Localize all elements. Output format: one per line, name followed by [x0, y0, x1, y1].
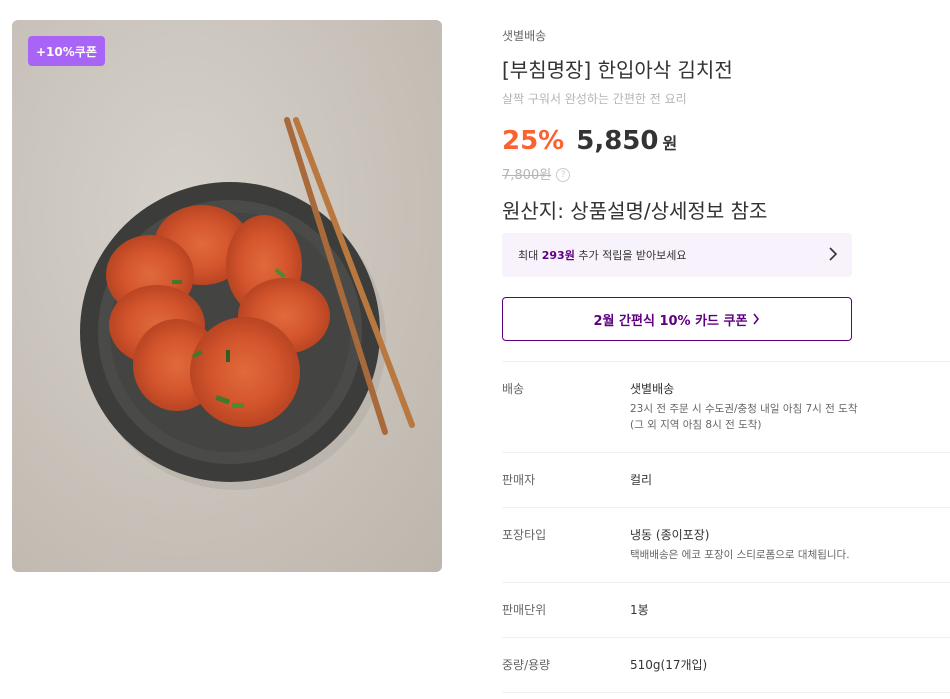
detail-value: 샛별배송 23시 전 주문 시 수도권/충청 내일 아침 7시 전 도착 (그 … [630, 382, 858, 431]
discount-rate: 25% [502, 126, 565, 156]
currency-unit: 원 [662, 134, 678, 153]
divider [502, 507, 950, 508]
detail-value: 냉동 (종이포장) 택배배송은 에코 포장이 스티로폼으로 대체됩니다. [630, 528, 850, 561]
divider [502, 582, 950, 583]
question-circle-icon[interactable]: ? [556, 168, 571, 182]
detail-value: 510g(17개입) [630, 658, 708, 672]
divider [502, 637, 950, 638]
product-title: [부침명장] 한입아삭 김치전 [502, 58, 733, 82]
price-row: 25% 5,850 원 [502, 126, 677, 156]
delivery-type-label: 샛별배송 [502, 29, 547, 43]
detail-label: 중량/용량 [502, 658, 551, 672]
original-price-row: 7,800원 ? [502, 164, 571, 183]
points-text: 최대 293원 추가 적립을 받아보세요 [518, 249, 687, 262]
detail-value: 컬리 [630, 473, 653, 487]
card-coupon-button[interactable]: 2월 간편식 10% 카드 쿠폰 [502, 297, 852, 341]
chevron-right-icon [828, 246, 838, 265]
chevron-right-icon [752, 313, 760, 325]
detail-label: 판매단위 [502, 603, 547, 617]
detail-label: 배송 [502, 382, 525, 396]
origin-text: 원산지: 상품설명/상세정보 참조 [502, 199, 768, 223]
product-subtitle: 살짝 구워서 완성하는 간편한 전 요리 [502, 92, 687, 106]
divider [502, 361, 950, 362]
divider [502, 452, 950, 453]
divider [502, 692, 950, 693]
detail-label: 포장타입 [502, 528, 547, 542]
points-banner[interactable]: 최대 293원 추가 적립을 받아보세요 [502, 233, 852, 277]
card-coupon-label: 2월 간편식 10% 카드 쿠폰 [593, 313, 748, 329]
coupon-badge: +10%쿠폰 [28, 36, 105, 66]
original-price: 7,800원 [502, 168, 552, 183]
kimchi-pancake-illustration [80, 117, 415, 490]
product-image [12, 20, 442, 572]
points-amount: 293원 [541, 249, 575, 262]
sale-price: 5,850 [576, 126, 659, 156]
detail-label: 판매자 [502, 473, 536, 487]
detail-value: 1봉 [630, 603, 649, 617]
